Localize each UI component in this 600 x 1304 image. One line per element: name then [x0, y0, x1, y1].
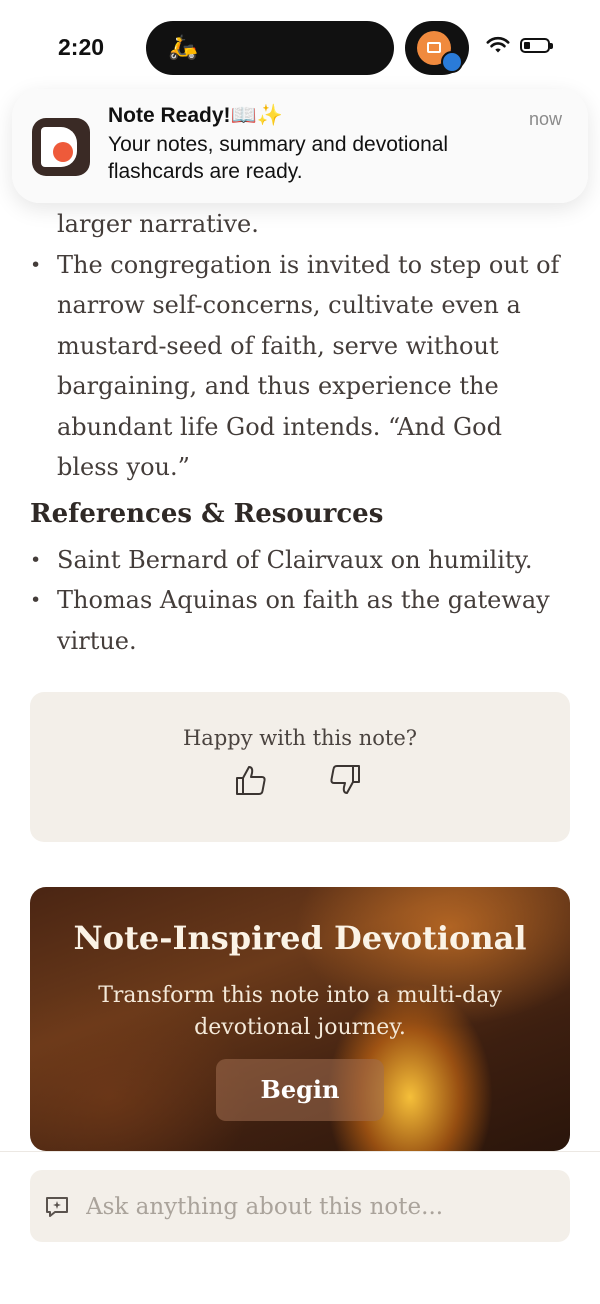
text-line: virtue. [57, 626, 137, 655]
battery-icon [520, 37, 553, 53]
app-icon [32, 118, 90, 176]
dynamic-island[interactable]: 🛵 [146, 21, 394, 75]
status-bar: 2:20 🛵 [0, 0, 600, 96]
devotional-card[interactable]: Note-Inspired Devotional Transform this … [30, 887, 570, 1151]
status-time: 2:20 [58, 34, 105, 60]
chat-sparkle-icon [46, 1197, 68, 1217]
status-icons [486, 36, 553, 54]
devotional-description: Transform this note into a multi-day dev… [98, 983, 502, 1040]
ask-bar[interactable] [30, 1170, 570, 1244]
text-line: narrow self-concerns, cultivate even a [57, 291, 521, 319]
check-badge-icon [441, 51, 463, 73]
live-activity-badge[interactable] [405, 21, 469, 75]
notification-title: Note Ready!📖✨ [108, 104, 283, 127]
text-line: Thomas Aquinas on faith as the gateway [57, 586, 550, 614]
scooter-delivery-icon: 🛵 [168, 33, 198, 61]
notification-banner[interactable]: Note Ready!📖✨ now Your notes, summary an… [12, 89, 588, 203]
text-line: abundant life God intends. “And God [57, 412, 502, 441]
notification-body: Your notes, summary and devotional flash… [108, 133, 449, 183]
text-line: larger narrative. [57, 210, 259, 238]
begin-button[interactable]: Begin [216, 1059, 384, 1121]
ask-input[interactable] [84, 1170, 558, 1244]
feedback-question: Happy with this note? [182, 726, 417, 750]
wifi-icon [486, 36, 510, 53]
references-heading: References & Resources [30, 498, 384, 529]
list-item: Saint Bernard of Clairvaux on humility. [30, 540, 575, 581]
note-content: larger narrative. The congregation is in… [30, 204, 575, 661]
thumbs-down-icon[interactable] [328, 764, 362, 796]
list-item: The congregation is invited to step out … [30, 245, 575, 488]
text-line: mustard-seed of faith, serve without [57, 331, 499, 360]
list-item: Thomas Aquinas on faith as the gateway v… [30, 580, 575, 661]
text-line: bargaining, and thus experience the [57, 372, 499, 400]
text-line: bless you.” [57, 453, 190, 481]
divider [0, 1151, 600, 1152]
text-line: The congregation is invited to step out … [57, 250, 560, 279]
feedback-card: Happy with this note? [30, 692, 570, 842]
thumbs-up-icon[interactable] [234, 764, 268, 796]
notification-time: now [528, 109, 562, 129]
devotional-title: Note-Inspired Devotional [73, 919, 527, 957]
text-line: Saint Bernard of Clairvaux on humility. [57, 545, 533, 574]
